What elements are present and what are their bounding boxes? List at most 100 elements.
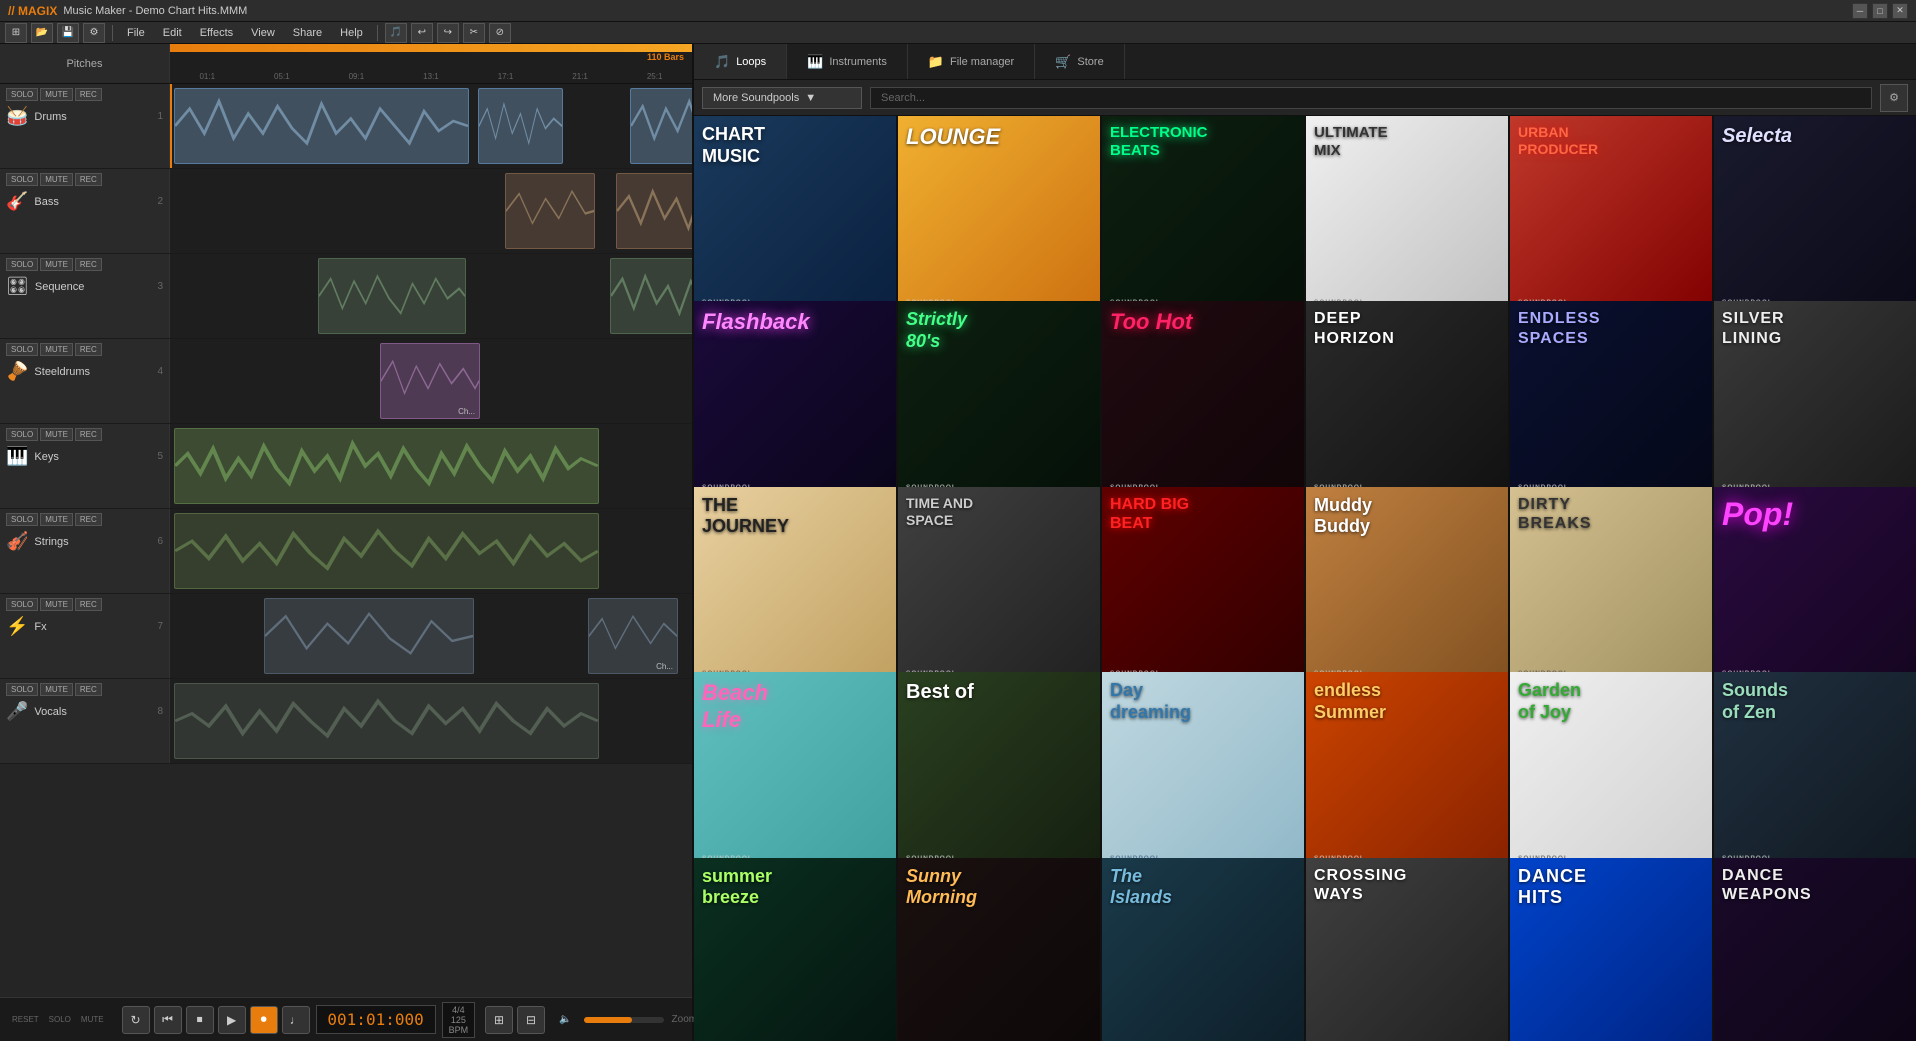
solo-btn-vocals[interactable]: SOLO — [6, 683, 38, 696]
track-content-strings[interactable] — [170, 509, 692, 593]
vocals-block-1[interactable] — [174, 683, 599, 759]
solo-btn-bass[interactable]: SOLO — [6, 173, 38, 186]
soundpool-card-silver-lining[interactable]: SILVERLINING SOUNDPOOL AMBIENT — [1714, 301, 1916, 503]
soundpool-card-day-dreaming[interactable]: Daydreaming SOUNDPOOL CHILLOUT — [1102, 672, 1304, 874]
soundpool-card-endless-spaces[interactable]: ENDLESSSPACES SOUNDPOOL AMBIENT — [1510, 301, 1712, 503]
play-button[interactable]: ▶ — [218, 1006, 246, 1034]
nudge-button[interactable]: ⊟ — [517, 1006, 545, 1034]
soundpool-card-muddy-buddy[interactable]: MuddyBuddy SOUNDPOOL BLUES — [1306, 487, 1508, 689]
mute-btn-vocals[interactable]: MUTE — [40, 683, 73, 696]
soundpool-card-the-journey[interactable]: THEJOURNEY SOUNDPOOL AMBIENT — [694, 487, 896, 689]
soundpool-card-beach-life[interactable]: BeachLife SOUNDPOOL CHILLOUT — [694, 672, 896, 874]
solo-btn-steeldrums[interactable]: SOLO — [6, 343, 38, 356]
seq-block-2[interactable] — [610, 258, 692, 334]
bass-block-2[interactable] — [616, 173, 692, 249]
soundpool-card-lounge[interactable]: LOUNGE SOUNDPOOL COLLECTION — [898, 116, 1100, 318]
search-input[interactable] — [870, 87, 1872, 109]
soundpool-card-too-hot[interactable]: Too Hot SOUNDPOOL 80s — [1102, 301, 1304, 503]
fx-block-2[interactable]: Ch... — [588, 598, 678, 674]
drums-block-3[interactable] — [630, 88, 692, 164]
soundpool-card-hard-big-beat[interactable]: HARD BIGBEAT SOUNDPOOL BIG BEAT — [1102, 487, 1304, 689]
rec-btn-vocals[interactable]: REC — [75, 683, 102, 696]
soundpool-card-crossing-ways[interactable]: CROSSINGWAYS SOUNDPOOL CROSSOVER — [1306, 858, 1508, 1041]
save-button[interactable]: 💾 — [57, 23, 79, 43]
rec-btn-steeldrums[interactable]: REC — [75, 343, 102, 356]
mute-btn-sequence[interactable]: MUTE — [40, 258, 73, 271]
mute-btn-keys[interactable]: MUTE — [40, 428, 73, 441]
mute-btn-fx[interactable]: MUTE — [40, 598, 73, 611]
tab-loops[interactable]: 🎵 Loops — [694, 44, 787, 79]
titlebar-controls[interactable]: ─ □ ✕ — [1852, 3, 1908, 19]
soundpool-card-sounds-of-zen[interactable]: Soundsof Zen SOUNDPOOL CHILLOUT — [1714, 672, 1916, 874]
solo-btn-fx[interactable]: SOLO — [6, 598, 38, 611]
track-content-steeldrums[interactable]: Ch... — [170, 339, 692, 423]
bass-block-1[interactable] — [505, 173, 595, 249]
soundpool-card-deep-horizon[interactable]: DEEPHORIZON SOUNDPOOL AMBIENT — [1306, 301, 1508, 503]
rec-btn-sequence[interactable]: REC — [75, 258, 102, 271]
menu-help[interactable]: Help — [332, 25, 371, 41]
strings-block-1[interactable] — [174, 513, 599, 589]
solo-label[interactable]: SOLO — [45, 1015, 75, 1024]
track-content-drums[interactable] — [170, 84, 692, 168]
keys-block-1[interactable] — [174, 428, 599, 504]
reset-label[interactable]: RESET — [8, 1015, 43, 1024]
soundpool-card-pop[interactable]: Pop! SOUNDPOOL CHART HITS — [1714, 487, 1916, 689]
metronome-transport-button[interactable]: ♩ — [282, 1006, 310, 1034]
bpm-display[interactable]: 4/4 125 BPM — [442, 1002, 476, 1038]
record-button[interactable]: ⏺ — [250, 1006, 278, 1034]
soundpool-card-strictly-80s[interactable]: Strictly80's SOUNDPOOL 80s — [898, 301, 1100, 503]
minimize-button[interactable]: ─ — [1852, 3, 1868, 19]
redo-button[interactable]: ↪ — [437, 23, 459, 43]
open-file-button[interactable]: 📂 — [31, 23, 53, 43]
close-button[interactable]: ✕ — [1892, 3, 1908, 19]
stop-button[interactable]: ⏹ — [186, 1006, 214, 1034]
fx-block-1[interactable] — [264, 598, 474, 674]
volume-slider[interactable] — [584, 1017, 664, 1023]
drums-block-2[interactable] — [478, 88, 563, 164]
soundpool-card-dirty-breaks[interactable]: DIRTYBREAKS SOUNDPOOL BREAKBEAT — [1510, 487, 1712, 689]
menu-file[interactable]: File — [119, 25, 153, 41]
undo-button[interactable]: ↩ — [411, 23, 433, 43]
soundpool-card-dance-hits[interactable]: DANCEHITS SOUNDPOOL DANCE — [1510, 858, 1712, 1041]
rec-btn-fx[interactable]: REC — [75, 598, 102, 611]
solo-btn-sequence[interactable]: SOLO — [6, 258, 38, 271]
mute-btn-bass[interactable]: MUTE — [40, 173, 73, 186]
soundpool-card-dance-weapons[interactable]: DANCEWEAPONS SOUNDPOOL DANCE — [1714, 858, 1916, 1041]
timeline-ruler[interactable]: 110 Bars 01:1 05:1 09:1 13:1 17:1 21:1 2… — [170, 44, 692, 83]
rec-btn-bass[interactable]: REC — [75, 173, 102, 186]
maximize-button[interactable]: □ — [1872, 3, 1888, 19]
rec-btn-keys[interactable]: REC — [75, 428, 102, 441]
solo-btn-drums[interactable]: SOLO — [6, 88, 38, 101]
menu-edit[interactable]: Edit — [155, 25, 190, 41]
mute-btn-steeldrums[interactable]: MUTE — [40, 343, 73, 356]
soundpool-card-chart-music[interactable]: CHARTMUSIC SOUNDPOOL COLLECTION — [694, 116, 896, 318]
soundpool-card-sunny-morning[interactable]: SunnyMorning SOUNDPOOL CHILLOUT — [898, 858, 1100, 1041]
drums-block-1[interactable] — [174, 88, 469, 164]
rec-btn-strings[interactable]: REC — [75, 513, 102, 526]
rewind-button[interactable]: ⏮ — [154, 1006, 182, 1034]
soundpool-card-time-and-space[interactable]: TIME ANDSPACE SOUNDPOOL AMBIENT — [898, 487, 1100, 689]
track-content-sequence[interactable] — [170, 254, 692, 338]
tab-instruments[interactable]: 🎹 Instruments — [787, 44, 908, 79]
track-content-fx[interactable]: Ch... — [170, 594, 692, 678]
loop-button[interactable]: ↻ — [122, 1006, 150, 1034]
solo-btn-keys[interactable]: SOLO — [6, 428, 38, 441]
cut-button[interactable]: ✂ — [463, 23, 485, 43]
mute-btn-drums[interactable]: MUTE — [40, 88, 73, 101]
snap-button[interactable]: ⊞ — [485, 1006, 513, 1034]
soundpool-card-urban-producer[interactable]: URBANPRODUCER SOUNDPOOL COLLECTION — [1510, 116, 1712, 318]
menu-view[interactable]: View — [243, 25, 283, 41]
seq-block-1[interactable] — [318, 258, 466, 334]
tab-file-manager[interactable]: 📁 File manager — [908, 44, 1035, 79]
mute-btn-strings[interactable]: MUTE — [40, 513, 73, 526]
metronome-button[interactable]: 🎵 — [385, 23, 407, 43]
soundpool-card-endless-summer[interactable]: endlessSummer SOUNDPOOL CHILLOUT — [1306, 672, 1508, 874]
soundpool-card-the-islands[interactable]: TheIslands SOUNDPOOL CHILLOUT — [1102, 858, 1304, 1041]
soundpool-card-ultimate-mix[interactable]: ULTIMATEMIX SOUNDPOOL COLLECTION — [1306, 116, 1508, 318]
deactivate-button[interactable]: ⊘ — [489, 23, 511, 43]
soundpool-card-flashback[interactable]: Flashback SOUNDPOOL 80s — [694, 301, 896, 503]
soundpool-card-garden-of-joy[interactable]: Gardenof Joy SOUNDPOOL CHILLOUT — [1510, 672, 1712, 874]
soundpool-card-summer-breeze[interactable]: summerbreeze SOUNDPOOL CHILLOUT — [694, 858, 896, 1041]
soundpool-card-selecta[interactable]: Selecta SOUNDPOOL 2STEP — [1714, 116, 1916, 318]
soundpool-settings-button[interactable]: ⚙ — [1880, 84, 1908, 112]
